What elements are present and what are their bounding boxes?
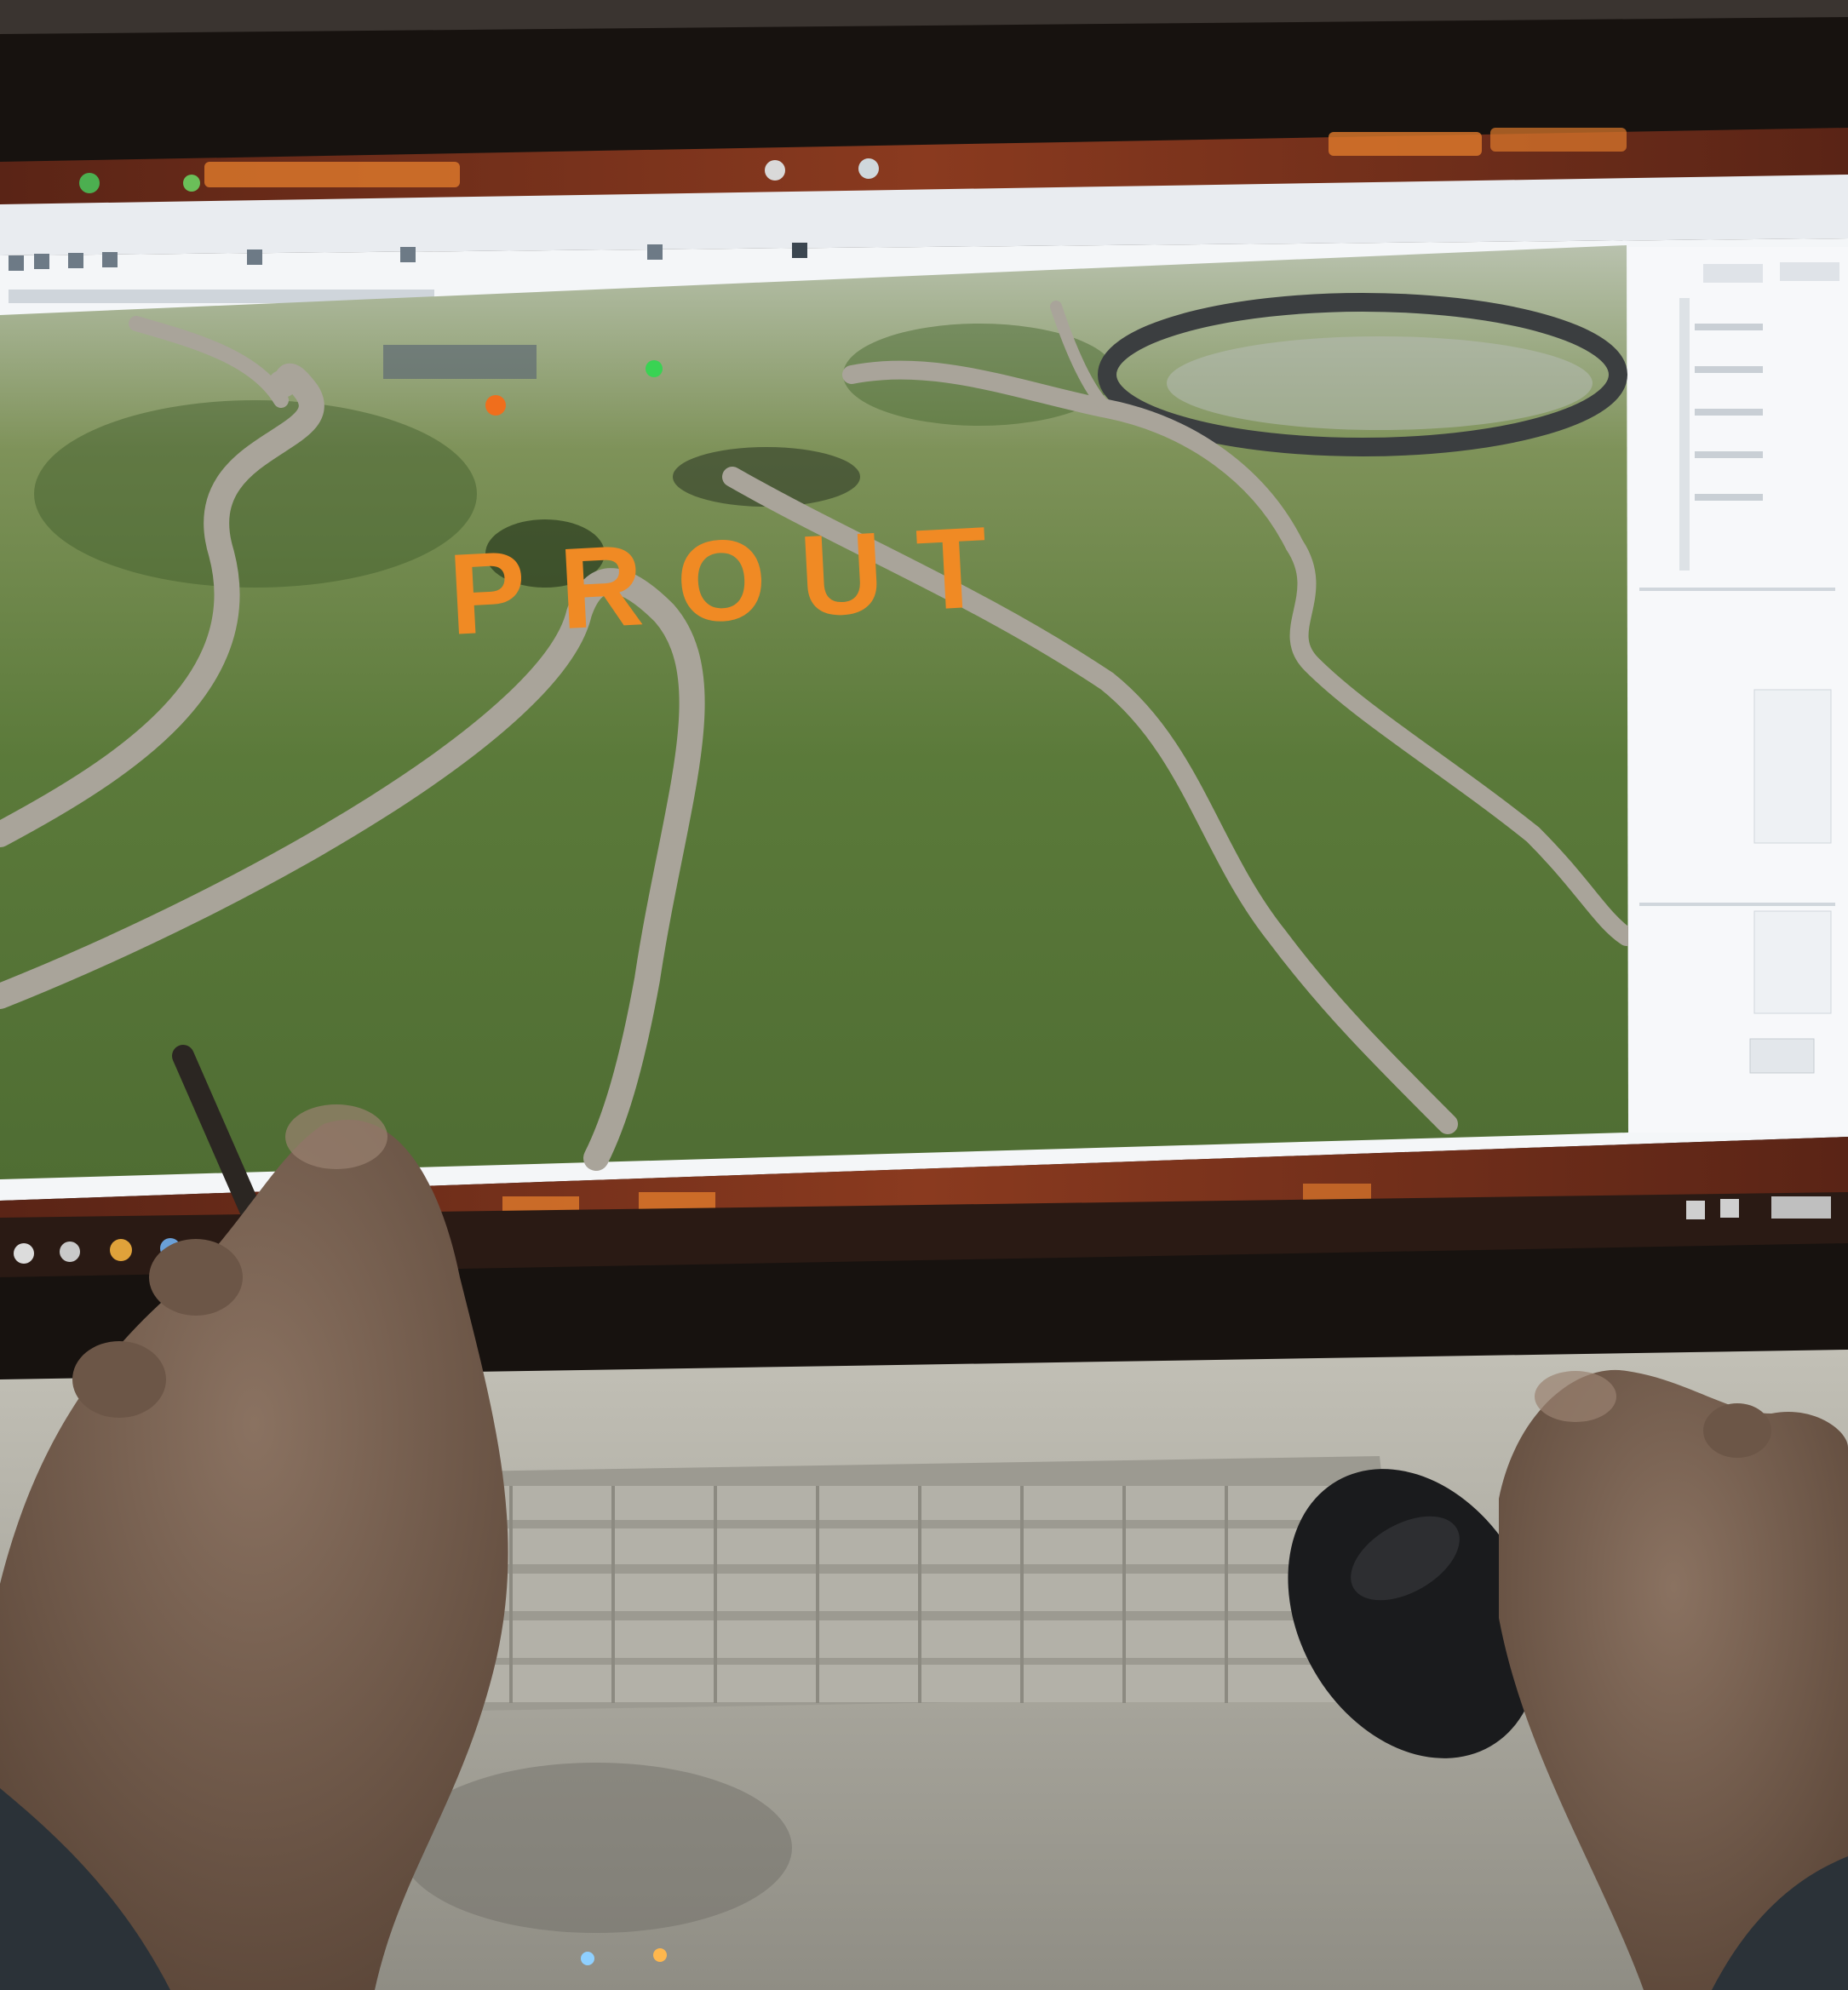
photo-scene: PROUT [0,0,1848,1990]
panel-button[interactable] [1749,1038,1815,1074]
placed-objects[interactable] [383,345,537,379]
toolbar-button[interactable] [400,247,416,262]
desktop-icon[interactable] [765,160,785,181]
chrome-icon[interactable] [110,1239,132,1261]
key-row[interactable] [434,1665,1371,1702]
desktop-highlight [1490,128,1627,152]
panel-tab[interactable] [1780,262,1839,281]
key-row[interactable] [409,1528,1346,1564]
toe [149,1239,243,1316]
key-row[interactable] [417,1574,1363,1611]
desktop-icon[interactable] [79,173,100,193]
spawn-marker[interactable] [646,360,663,377]
volume-icon[interactable] [1720,1199,1739,1218]
tree-list[interactable] [1679,298,1690,571]
play-icon[interactable] [792,243,807,258]
power-led [581,1952,594,1965]
tree-item[interactable] [1695,366,1763,373]
3d-viewport[interactable]: PROUT [0,245,1636,1179]
desktop-icon[interactable] [858,158,879,179]
key-row[interactable] [426,1620,1371,1658]
tree-item[interactable] [1695,409,1763,416]
toe [72,1341,166,1418]
desktop-highlight [1303,1184,1371,1201]
hill-shadow [34,400,477,588]
key-row[interactable] [400,1486,1337,1520]
foot-shadow [400,1763,792,1933]
divider [1639,588,1835,591]
race-track-infield [1167,336,1593,430]
explorer-icon[interactable] [60,1242,80,1262]
rotate-icon[interactable] [68,253,83,268]
toolbar-button[interactable] [247,249,262,265]
status-led [653,1948,667,1962]
desktop-highlight [204,162,460,187]
divider [1639,903,1835,906]
desktop-highlight [1329,132,1482,156]
toolbar-button[interactable] [647,244,663,260]
tree-item[interactable] [1695,451,1763,458]
object-marker[interactable] [485,395,506,416]
property-grid[interactable] [1753,910,1832,1014]
clock-icon[interactable] [1771,1196,1831,1219]
big-toenail [1535,1371,1616,1422]
panel-tab[interactable] [1703,264,1763,283]
toe [1703,1403,1771,1458]
start-icon[interactable] [14,1243,34,1264]
desktop-icon[interactable] [183,175,200,192]
big-toenail [285,1104,387,1169]
tree-item[interactable] [1695,494,1763,501]
network-icon[interactable] [1686,1201,1705,1219]
properties-panel [1628,247,1848,1133]
move-icon[interactable] [34,254,49,269]
select-icon[interactable] [9,255,24,271]
scale-icon[interactable] [102,252,118,267]
property-grid[interactable] [1753,689,1832,844]
tree-item[interactable] [1695,324,1763,330]
